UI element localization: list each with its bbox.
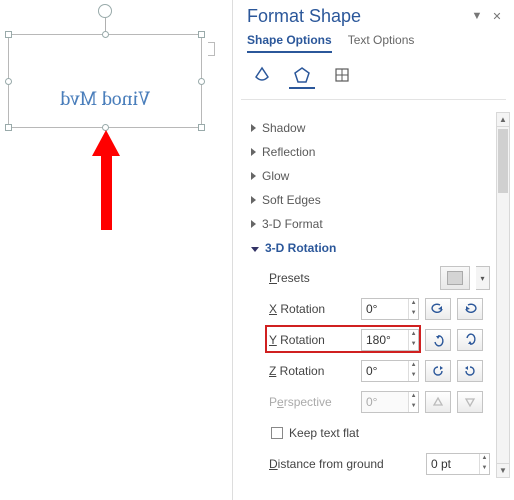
perspective-label: Perspective <box>269 395 355 409</box>
document-canvas: Vinod Mvd <box>0 0 230 500</box>
section-soft-edges[interactable]: Soft Edges <box>251 188 490 212</box>
size-properties-icon[interactable] <box>329 63 355 89</box>
resize-handle-n[interactable] <box>102 31 109 38</box>
z-rotation-label: Z Rotation <box>269 364 355 378</box>
section-shadow[interactable]: Shadow <box>251 116 490 140</box>
selected-shape[interactable]: Vinod Mvd <box>8 34 202 128</box>
perspective-down-button <box>457 391 483 413</box>
perspective-up-button <box>425 391 451 413</box>
row-keep-flat: Keep text flat <box>269 421 490 445</box>
panel-scrollbar[interactable]: ▲ ▼ <box>496 112 510 478</box>
y-rotate-up-button[interactable] <box>425 329 451 351</box>
tab-shape-options[interactable]: Shape Options <box>247 33 332 53</box>
panel-title: Format Shape <box>247 6 361 27</box>
resize-handle-e[interactable] <box>198 78 205 85</box>
distance-input[interactable]: ▲▼ <box>426 453 490 475</box>
y-rotation-input[interactable]: ▲▼ <box>361 329 419 351</box>
y-rotation-label: Y Rotation <box>269 333 355 347</box>
format-shape-panel: Format Shape ▼ ✕ Shape Options Text Opti… <box>232 0 514 500</box>
resize-handle-w[interactable] <box>5 78 12 85</box>
resize-handle-nw[interactable] <box>5 31 12 38</box>
panel-close-icon[interactable]: ✕ <box>490 10 504 23</box>
effects-icon[interactable] <box>289 63 315 89</box>
presets-dropdown-icon[interactable]: ▾ <box>476 266 490 290</box>
shape-text: Vinod Mvd <box>9 87 201 110</box>
margin-mark-icon <box>208 42 215 56</box>
annotation-arrow-icon <box>92 130 120 230</box>
keep-text-flat-checkbox[interactable] <box>271 427 283 439</box>
z-rotation-input[interactable]: ▲▼ <box>361 360 419 382</box>
section-glow[interactable]: Glow <box>251 164 490 188</box>
y-rotate-down-button[interactable] <box>457 329 483 351</box>
panel-tabs: Shape Options Text Options <box>233 29 514 53</box>
tab-text-options[interactable]: Text Options <box>348 33 415 53</box>
scroll-down-icon[interactable]: ▼ <box>497 463 509 477</box>
distance-label: Distance from ground <box>269 457 420 471</box>
section-reflection[interactable]: Reflection <box>251 140 490 164</box>
rotation-3d-body: PPresetsresets ▾ X Rotation ▲▼ Y Rotatio… <box>233 260 514 476</box>
panel-dropdown-icon[interactable]: ▼ <box>470 10 484 23</box>
rotation-handle-icon[interactable] <box>98 4 112 18</box>
row-y-rotation: Y Rotation ▲▼ <box>269 328 490 352</box>
section-3d-format[interactable]: 3-D Format <box>251 212 490 236</box>
x-rotate-left-button[interactable] <box>425 298 451 320</box>
row-z-rotation: Z Rotation ▲▼ <box>269 359 490 383</box>
scroll-up-icon[interactable]: ▲ <box>497 113 509 127</box>
presets-label: PPresetsresets <box>269 271 355 285</box>
x-rotation-label: X Rotation <box>269 302 355 316</box>
resize-handle-se[interactable] <box>198 124 205 131</box>
z-rotate-cw-button[interactable] <box>457 360 483 382</box>
row-x-rotation: X Rotation ▲▼ <box>269 297 490 321</box>
row-perspective: Perspective Perspective ▲▼ <box>269 390 490 414</box>
x-rotate-right-button[interactable] <box>457 298 483 320</box>
z-rotate-ccw-button[interactable] <box>425 360 451 382</box>
row-presets: PPresetsresets ▾ <box>269 266 490 290</box>
row-distance: Distance from ground Distance from groun… <box>269 452 490 476</box>
resize-handle-ne[interactable] <box>198 31 205 38</box>
scroll-thumb[interactable] <box>498 129 508 193</box>
keep-text-flat-label: Keep text flat <box>289 426 359 440</box>
perspective-input: ▲▼ <box>361 391 419 413</box>
resize-handle-sw[interactable] <box>5 124 12 131</box>
presets-button[interactable] <box>440 266 470 290</box>
x-rotation-input[interactable]: ▲▼ <box>361 298 419 320</box>
fill-line-icon[interactable] <box>249 63 275 89</box>
section-3d-rotation[interactable]: 3-D Rotation <box>251 236 490 260</box>
